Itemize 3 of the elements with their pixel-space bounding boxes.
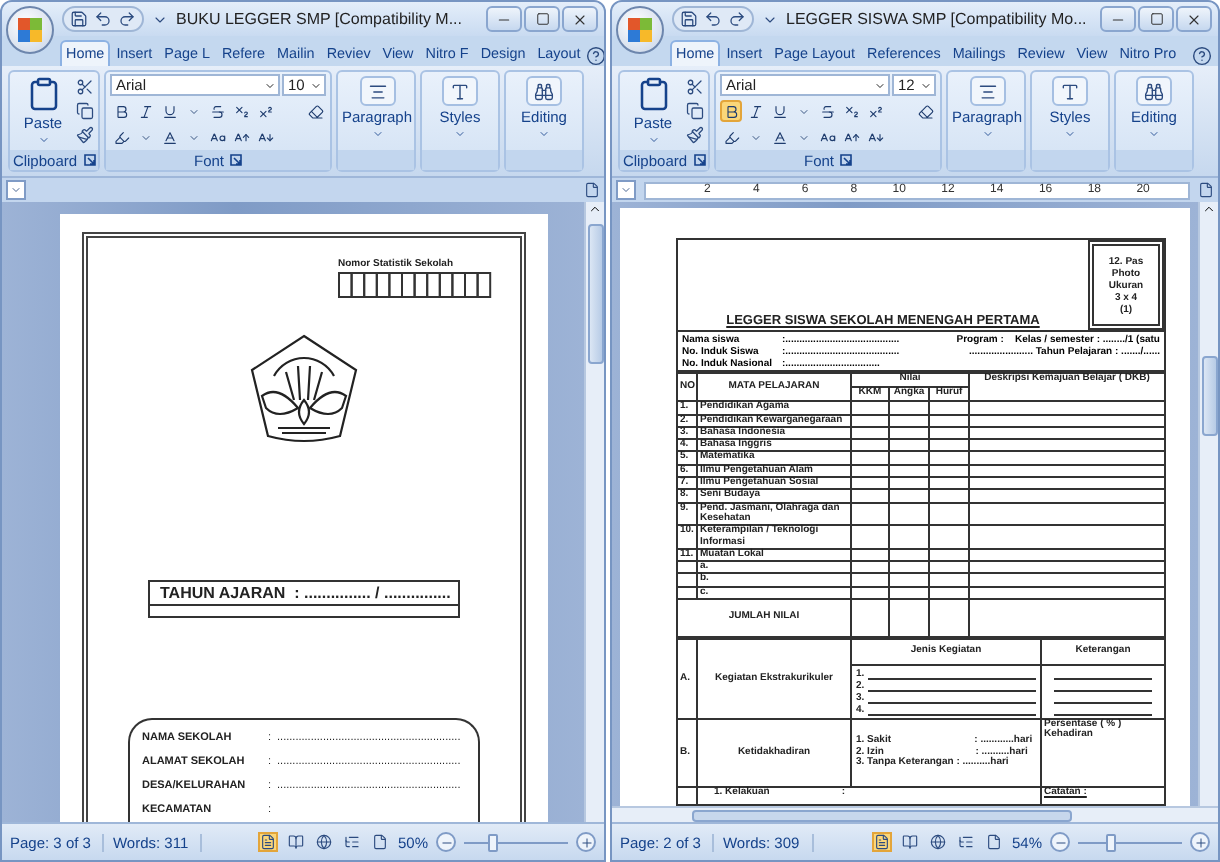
window-title: BUKU LEGGER SMP [Compatibility M... xyxy=(176,10,464,28)
window-title: LEGGER SISWA SMP [Compatibility Mo... xyxy=(786,10,1089,28)
year-line: TAHUN AJARAN : ............... / ............... xyxy=(150,582,458,606)
